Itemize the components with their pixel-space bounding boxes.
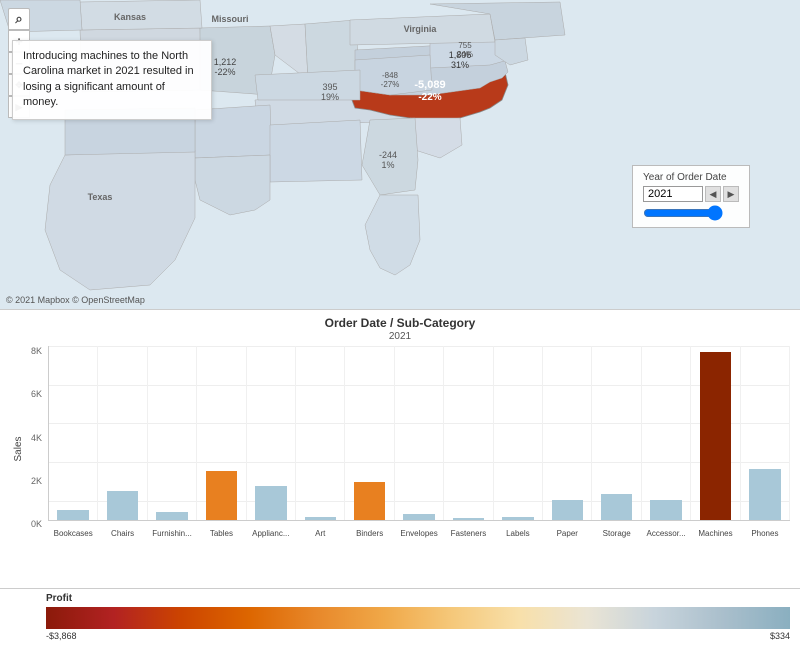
svg-text:31%: 31% bbox=[451, 60, 469, 70]
svg-text:1%: 1% bbox=[381, 160, 394, 170]
bar-label: Binders bbox=[345, 529, 393, 538]
bar-group[interactable]: Art bbox=[296, 346, 345, 520]
bar bbox=[403, 514, 434, 520]
y-tick-0k: 0K bbox=[31, 519, 42, 529]
tooltip-text: Introducing machines to the North Caroli… bbox=[23, 50, 194, 108]
svg-text:Virginia: Virginia bbox=[404, 24, 438, 34]
bar-group[interactable]: Phones bbox=[741, 346, 790, 520]
year-filter-label: Year of Order Date bbox=[643, 172, 739, 183]
bar-label: Storage bbox=[592, 529, 640, 538]
bar-group[interactable]: Binders bbox=[345, 346, 394, 520]
bar-group[interactable]: Accessor... bbox=[642, 346, 691, 520]
bar-group[interactable]: Bookcases bbox=[49, 346, 98, 520]
svg-text:-848: -848 bbox=[382, 71, 399, 80]
bar-label: Furnishin... bbox=[148, 529, 196, 538]
map-tooltip: Introducing machines to the North Caroli… bbox=[12, 40, 212, 120]
bar-group[interactable]: Chairs bbox=[98, 346, 147, 520]
year-next-button[interactable]: ▶ bbox=[723, 186, 739, 202]
bar bbox=[107, 491, 138, 520]
svg-text:24%: 24% bbox=[457, 50, 473, 59]
bar bbox=[354, 482, 385, 520]
chart-subtitle: 2021 bbox=[10, 331, 790, 342]
y-tick-6k: 6K bbox=[31, 389, 42, 399]
bar-label: Tables bbox=[197, 529, 245, 538]
search-button[interactable]: ⌕ bbox=[8, 8, 30, 30]
bar-label: Phones bbox=[741, 529, 789, 538]
map-copyright: © 2021 Mapbox © OpenStreetMap bbox=[6, 295, 145, 305]
profit-max-label: $334 bbox=[770, 631, 790, 641]
bars-container: BookcasesChairsFurnishin...TablesApplian… bbox=[48, 346, 790, 521]
bar bbox=[255, 486, 286, 520]
bar-group[interactable]: Fasteners bbox=[444, 346, 493, 520]
profit-title: Profit bbox=[46, 593, 790, 604]
chart-title: Order Date / Sub-Category bbox=[10, 316, 790, 330]
bar-label: Bookcases bbox=[49, 529, 97, 538]
year-slider[interactable] bbox=[643, 205, 723, 221]
bar-label: Chairs bbox=[98, 529, 146, 538]
svg-text:Kansas: Kansas bbox=[114, 12, 146, 22]
bar-group[interactable]: Labels bbox=[494, 346, 543, 520]
svg-text:Missouri: Missouri bbox=[211, 14, 248, 24]
bar bbox=[453, 518, 484, 520]
chart-section: Order Date / Sub-Category 2021 Sales 8K … bbox=[0, 310, 800, 588]
svg-text:395: 395 bbox=[322, 82, 337, 92]
bar-label: Envelopes bbox=[395, 529, 443, 538]
bar-group[interactable]: Furnishin... bbox=[148, 346, 197, 520]
bar bbox=[502, 517, 533, 520]
svg-text:-244: -244 bbox=[379, 150, 397, 160]
profit-bar-container: -$3,868 $334 bbox=[46, 607, 790, 635]
svg-text:-27%: -27% bbox=[381, 80, 400, 89]
bar bbox=[749, 469, 780, 520]
y-tick-8k: 8K bbox=[31, 346, 42, 356]
bar-label: Art bbox=[296, 529, 344, 538]
bar-group[interactable]: Envelopes bbox=[395, 346, 444, 520]
bar-group[interactable]: Machines bbox=[691, 346, 740, 520]
bar-label: Fasteners bbox=[444, 529, 492, 538]
year-prev-button[interactable]: ◀ bbox=[705, 186, 721, 202]
profit-min-label: -$3,868 bbox=[46, 631, 77, 641]
year-input[interactable] bbox=[643, 186, 703, 202]
bar bbox=[156, 512, 187, 520]
bar-label: Paper bbox=[543, 529, 591, 538]
svg-text:-5,089: -5,089 bbox=[414, 79, 445, 91]
bar-label: Applianc... bbox=[247, 529, 295, 538]
bar bbox=[700, 352, 731, 520]
map-section: -5,089 -22% 1,806 31% 755 24% 395 19% -8… bbox=[0, 0, 800, 310]
bar bbox=[57, 510, 88, 520]
profit-gradient-bar bbox=[46, 607, 790, 629]
bar bbox=[305, 517, 336, 520]
bar-group[interactable]: Paper bbox=[543, 346, 592, 520]
svg-text:19%: 19% bbox=[321, 92, 339, 102]
bar bbox=[650, 500, 681, 520]
svg-text:-22%: -22% bbox=[214, 67, 235, 77]
year-filter: Year of Order Date ◀ ▶ bbox=[632, 165, 750, 228]
bar bbox=[601, 494, 632, 520]
y-tick-2k: 2K bbox=[31, 476, 42, 486]
y-tick-4k: 4K bbox=[31, 433, 42, 443]
svg-text:-22%: -22% bbox=[418, 92, 441, 103]
bar-label: Labels bbox=[494, 529, 542, 538]
bar-label: Machines bbox=[691, 529, 739, 538]
bar-group[interactable]: Tables bbox=[197, 346, 246, 520]
bar-label: Accessor... bbox=[642, 529, 690, 538]
bar bbox=[206, 471, 237, 520]
svg-text:755: 755 bbox=[458, 41, 472, 50]
svg-text:1,212: 1,212 bbox=[214, 57, 237, 67]
svg-text:Texas: Texas bbox=[88, 192, 113, 202]
bar-group[interactable]: Applianc... bbox=[247, 346, 296, 520]
bar bbox=[552, 500, 583, 520]
profit-section: Profit -$3,868 $334 bbox=[0, 588, 800, 650]
bar-group[interactable]: Storage bbox=[592, 346, 641, 520]
